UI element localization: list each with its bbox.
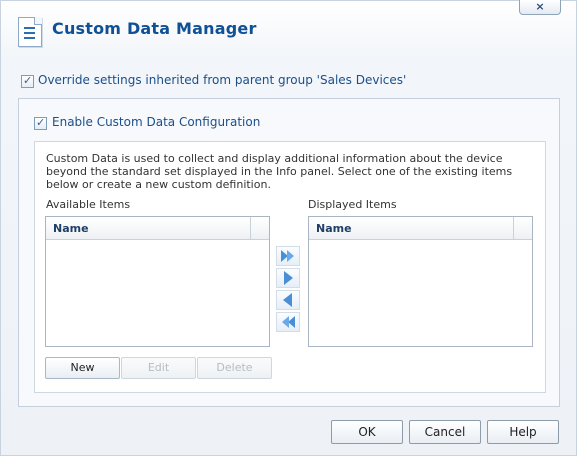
- delete-button[interactable]: Delete: [197, 357, 272, 379]
- title-bar: Custom Data Manager: [1, 1, 576, 59]
- cancel-button[interactable]: Cancel: [409, 420, 481, 444]
- custom-data-manager-dialog: Custom Data Manager × Override settings …: [0, 0, 577, 456]
- available-items-label: Available Items: [46, 198, 131, 211]
- document-icon: [18, 17, 42, 47]
- available-list-header: Name: [46, 217, 269, 240]
- new-button[interactable]: New: [45, 357, 120, 379]
- displayed-list-header: Name: [309, 217, 532, 240]
- move-right-button[interactable]: [276, 268, 300, 288]
- help-button[interactable]: Help: [487, 420, 559, 444]
- available-items-list[interactable]: Name: [45, 216, 270, 347]
- move-all-left-icon: [282, 316, 295, 328]
- enable-custom-data-checkbox[interactable]: [34, 116, 47, 130]
- displayed-items-label: Displayed Items: [308, 198, 397, 211]
- move-right-icon: [284, 271, 293, 285]
- move-left-icon: [283, 293, 292, 307]
- displayed-items-list[interactable]: Name: [308, 216, 533, 347]
- column-header-name[interactable]: Name: [53, 222, 89, 235]
- close-icon: ×: [535, 0, 545, 13]
- dialog-title: Custom Data Manager: [52, 19, 257, 38]
- ok-button[interactable]: OK: [331, 420, 403, 444]
- column-header-name[interactable]: Name: [316, 222, 352, 235]
- edit-button[interactable]: Edit: [121, 357, 196, 379]
- override-settings-checkbox[interactable]: [21, 74, 34, 88]
- close-button[interactable]: ×: [519, 0, 561, 15]
- override-settings-label: Override settings inherited from parent …: [38, 73, 407, 87]
- move-left-button[interactable]: [276, 290, 300, 310]
- enable-custom-data-label: Enable Custom Data Configuration: [52, 115, 261, 129]
- move-all-left-button[interactable]: [276, 312, 300, 332]
- move-all-right-button[interactable]: [276, 246, 300, 266]
- move-all-right-icon: [281, 250, 294, 262]
- description-text: Custom Data is used to collect and displ…: [46, 152, 513, 191]
